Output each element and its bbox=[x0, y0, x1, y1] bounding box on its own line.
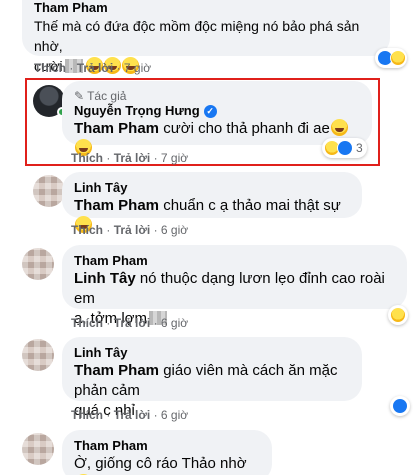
comment-bubble: Linh Tây Tham Pham giáo viên mà cách ăn … bbox=[62, 337, 362, 419]
mention-link[interactable]: Tham Pham bbox=[74, 362, 159, 379]
mention-link[interactable]: Tham Pham bbox=[74, 197, 159, 214]
separator: · bbox=[69, 61, 74, 75]
comment-text: Thế mà có đứa độc mồm độc miệng nó bảo p… bbox=[34, 18, 360, 54]
comment-bubble: Tham Pham Thế mà có đứa độc mồm độc miện… bbox=[22, 0, 390, 74]
comment-actions: Thích · Trả lời · 6 giờ bbox=[71, 407, 188, 423]
separator: · bbox=[153, 223, 158, 237]
mention-link[interactable]: Linh Tây bbox=[74, 270, 136, 287]
commenter-name[interactable]: Nguyễn Trọng Hưng ✓ bbox=[74, 103, 360, 119]
pencil-icon: ✎ bbox=[74, 89, 85, 103]
comment-time[interactable]: 7 giờ bbox=[161, 151, 188, 165]
commenter-name[interactable]: Tham Pham bbox=[34, 0, 378, 16]
laughing-emoji-icon bbox=[330, 119, 348, 136]
comment-time[interactable]: 7 giờ bbox=[124, 61, 151, 75]
comment-time[interactable]: 6 giờ bbox=[161, 223, 188, 237]
comment-text: Tham Pham giáo viên mà cách ăn mặc phản … bbox=[74, 362, 338, 399]
like-link[interactable]: Thích bbox=[34, 61, 66, 75]
separator: · bbox=[153, 316, 158, 330]
separator: · bbox=[106, 316, 111, 330]
comment-actions: Thích · Trả lời · 7 giờ bbox=[71, 150, 188, 166]
like-link[interactable]: Thích bbox=[71, 408, 103, 422]
avatar[interactable] bbox=[22, 433, 54, 465]
reaction-summary[interactable] bbox=[388, 305, 408, 325]
mention-link[interactable]: Tham Pham bbox=[74, 120, 159, 137]
separator: · bbox=[106, 151, 111, 165]
comment-bubble: Tham Pham Ờ, giống cô ráo Thảo nhờ bbox=[62, 430, 272, 475]
reaction-summary[interactable] bbox=[390, 396, 410, 416]
reply-link[interactable]: Trả lời bbox=[114, 408, 151, 422]
comment-time[interactable]: 6 giờ bbox=[161, 408, 188, 422]
separator: · bbox=[153, 151, 158, 165]
avatar[interactable] bbox=[33, 175, 65, 207]
separator: · bbox=[153, 408, 158, 422]
commenter-name[interactable]: Linh Tây bbox=[74, 345, 350, 361]
commenter-name[interactable]: Tham Pham bbox=[74, 438, 260, 454]
comment-actions: Thích · Trả lời · 6 giờ bbox=[71, 315, 188, 331]
haha-reaction-icon bbox=[390, 50, 406, 66]
reply-link[interactable]: Trả lời bbox=[77, 61, 114, 75]
comment-time[interactable]: 6 giờ bbox=[161, 316, 188, 330]
like-reaction-icon bbox=[392, 398, 408, 414]
avatar[interactable] bbox=[22, 339, 54, 371]
like-link[interactable]: Thích bbox=[71, 223, 103, 237]
verified-icon: ✓ bbox=[203, 104, 217, 118]
reaction-count: 3 bbox=[356, 141, 363, 155]
author-badge: ✎ Tác giả bbox=[74, 89, 127, 103]
separator: · bbox=[106, 408, 111, 422]
commenter-name[interactable]: Tham Pham bbox=[74, 253, 395, 269]
reply-link[interactable]: Trả lời bbox=[114, 316, 151, 330]
comment-bubble: ✎ Tác giả Nguyễn Trọng Hưng ✓ Tham Pham … bbox=[62, 81, 372, 156]
comment-actions: Thích · Trả lời · 6 giờ bbox=[71, 222, 188, 238]
comment-text: Linh Tây nó thuộc dạng lươn lẹo đỉnh cao… bbox=[74, 270, 385, 307]
comment-text: Ờ, giống cô ráo Thảo nhờ bbox=[74, 454, 260, 475]
comment-actions: Thích · Trả lời · 7 giờ bbox=[34, 60, 151, 76]
separator: · bbox=[116, 61, 121, 75]
separator: · bbox=[106, 223, 111, 237]
like-reaction-icon bbox=[337, 140, 353, 156]
like-link[interactable]: Thích bbox=[71, 151, 103, 165]
commenter-name[interactable]: Linh Tây bbox=[74, 180, 350, 196]
avatar[interactable] bbox=[22, 248, 54, 280]
reply-link[interactable]: Trả lời bbox=[114, 223, 151, 237]
like-link[interactable]: Thích bbox=[71, 316, 103, 330]
haha-reaction-icon bbox=[390, 307, 406, 323]
reaction-summary[interactable]: 3 bbox=[322, 138, 367, 158]
reaction-summary[interactable] bbox=[375, 48, 407, 68]
comment-bubble: Linh Tây Tham Pham chuẩn c ạ thảo mai th… bbox=[62, 172, 362, 233]
comment-bubble: Tham Pham Linh Tây nó thuộc dạng lươn lẹ… bbox=[62, 245, 407, 327]
reply-link[interactable]: Trả lời bbox=[114, 151, 151, 165]
